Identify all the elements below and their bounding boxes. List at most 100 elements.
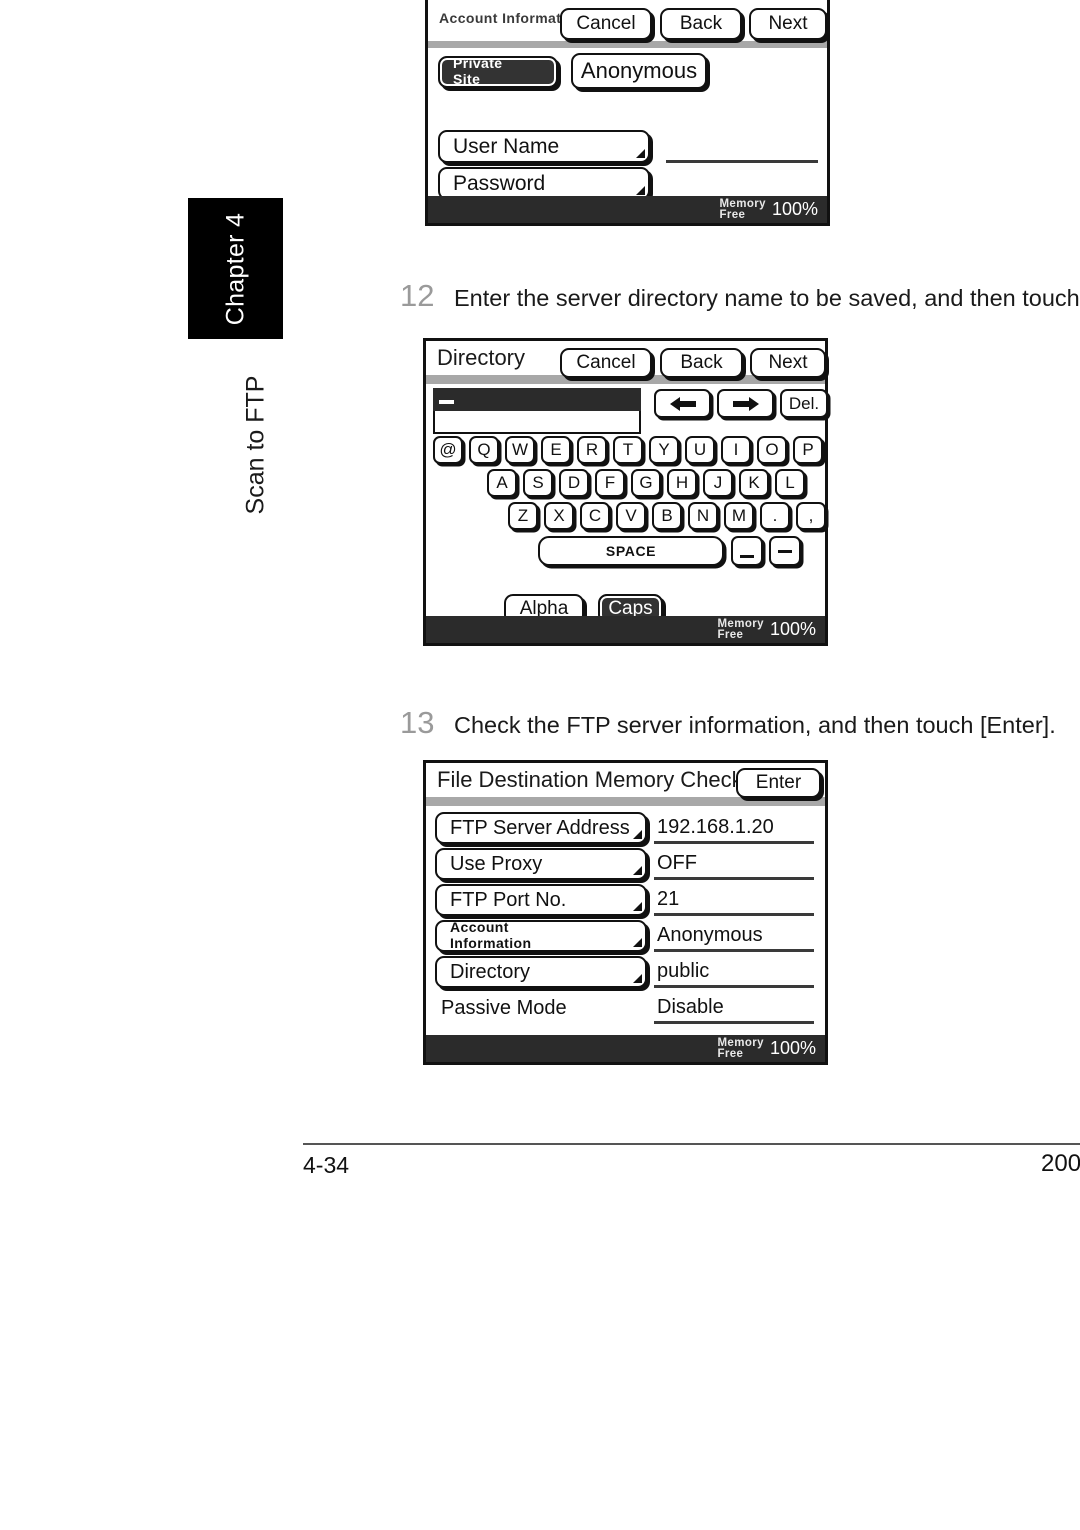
next-button[interactable]: Next	[749, 8, 827, 40]
key-c[interactable]: C	[580, 502, 610, 530]
directory-input-field[interactable]	[433, 411, 641, 434]
account-information-button[interactable]: Account Information	[435, 920, 647, 952]
step-12: 12 Enter the server directory name to be…	[400, 278, 1080, 314]
underscore-key[interactable]	[731, 536, 763, 566]
key-e[interactable]: E	[541, 436, 571, 464]
account-info-line2: Information	[450, 935, 532, 951]
account-info-line1: Account	[450, 919, 509, 936]
passive-mode-value: Disable	[654, 992, 814, 1024]
cancel-button[interactable]: Cancel	[560, 8, 652, 40]
memory-free-percent: 100%	[769, 1038, 816, 1058]
key-n[interactable]: N	[688, 502, 718, 530]
key-comma[interactable]: ,	[796, 502, 826, 530]
ftp-port-no-value: 21	[654, 884, 814, 916]
key-at[interactable]: @	[433, 436, 463, 464]
key-b[interactable]: B	[652, 502, 682, 530]
footer-right-text: 200	[1041, 1150, 1080, 1177]
memory-free-label: Memory Free	[717, 617, 764, 641]
chapter-tab: Chapter 4	[188, 198, 283, 339]
check-screen-title: File Destination Memory Check	[437, 767, 743, 792]
step-13-number: 13	[400, 705, 435, 740]
user-name-button[interactable]: User Name	[438, 130, 650, 163]
key-y[interactable]: Y	[649, 436, 679, 464]
anonymous-button[interactable]: Anonymous	[571, 53, 707, 89]
chapter-tab-label: Chapter 4	[221, 212, 249, 325]
key-r[interactable]: R	[577, 436, 607, 464]
key-p[interactable]: P	[793, 436, 823, 464]
account-information-screen: Account Information Cancel Back Next Pri…	[425, 0, 830, 226]
text-cursor-icon	[439, 400, 454, 404]
key-i[interactable]: I	[721, 436, 751, 464]
section-label-text: Scan to FTP	[241, 375, 270, 515]
key-s[interactable]: S	[523, 469, 553, 497]
directory-input-caret-area[interactable]	[433, 388, 641, 411]
private-site-line2: Site	[453, 71, 481, 87]
back-button[interactable]: Back	[660, 348, 743, 378]
key-h[interactable]: H	[667, 469, 697, 497]
space-key[interactable]: SPACE	[538, 536, 724, 566]
ftp-server-address-button[interactable]: FTP Server Address	[435, 812, 647, 844]
key-w[interactable]: W	[505, 436, 535, 464]
back-button[interactable]: Back	[660, 8, 742, 40]
key-a[interactable]: A	[487, 469, 517, 497]
key-k[interactable]: K	[739, 469, 769, 497]
step-12-text: Enter the server directory name to be sa…	[454, 285, 1080, 311]
key-q[interactable]: Q	[469, 436, 499, 464]
key-t[interactable]: T	[613, 436, 643, 464]
footer-divider	[303, 1143, 1080, 1145]
key-v[interactable]: V	[616, 502, 646, 530]
free-word: Free	[719, 208, 746, 221]
directory-body: Cancel Back Next Del. @ Q W E R T Y U I …	[426, 348, 828, 643]
step-12-number: 12	[400, 278, 435, 313]
key-u[interactable]: U	[685, 436, 715, 464]
arrow-right-icon[interactable]	[717, 389, 774, 418]
hyphen-key[interactable]	[769, 536, 801, 566]
key-z[interactable]: Z	[508, 502, 538, 530]
key-j[interactable]: J	[703, 469, 733, 497]
use-proxy-button[interactable]: Use Proxy	[435, 848, 647, 880]
file-destination-memory-check-screen: File Destination Memory Check Enter FTP …	[423, 760, 828, 1065]
memory-word: Memory	[717, 617, 764, 630]
use-proxy-value: OFF	[654, 848, 814, 880]
key-f[interactable]: F	[595, 469, 625, 497]
step-13: 13 Check the FTP server information, and…	[400, 705, 1056, 741]
account-information-value: Anonymous	[654, 920, 814, 952]
directory-screen-title: Directory	[437, 345, 526, 370]
account-status-bar: Memory Free 100%	[428, 196, 827, 223]
memory-free-label: Memory Free	[717, 1036, 764, 1060]
step-13-text: Check the FTP server information, and th…	[454, 712, 1056, 738]
check-status-bar: Memory Free 100%	[426, 1035, 825, 1062]
ftp-server-address-value: 192.168.1.20	[654, 812, 814, 844]
free-word: Free	[717, 1047, 744, 1060]
key-l[interactable]: L	[775, 469, 805, 497]
enter-button[interactable]: Enter	[736, 768, 821, 798]
check-title-separator	[426, 797, 825, 806]
key-x[interactable]: X	[544, 502, 574, 530]
key-o[interactable]: O	[757, 436, 787, 464]
private-site-button[interactable]: Private Site	[438, 56, 558, 88]
free-word: Free	[717, 628, 744, 641]
key-period[interactable]: .	[760, 502, 790, 530]
arrow-left-icon[interactable]	[654, 389, 711, 418]
key-m[interactable]: M	[724, 502, 754, 530]
memory-free-percent: 100%	[771, 199, 818, 219]
account-title-separator	[428, 41, 827, 48]
account-title-line1: Account	[439, 10, 498, 27]
key-g[interactable]: G	[631, 469, 661, 497]
memory-free-label: Memory Free	[719, 197, 766, 221]
check-body: Enter FTP Server Address 192.168.1.20 Us…	[426, 768, 825, 1062]
user-name-value	[666, 130, 818, 163]
directory-value: public	[654, 956, 814, 988]
memory-word: Memory	[719, 197, 766, 210]
cancel-button[interactable]: Cancel	[560, 348, 652, 378]
directory-button[interactable]: Directory	[435, 956, 647, 988]
directory-status-bar: Memory Free 100%	[426, 616, 825, 643]
section-label: Scan to FTP	[216, 360, 296, 530]
passive-mode-label: Passive Mode	[441, 996, 567, 1019]
delete-key[interactable]: Del.	[780, 389, 828, 418]
private-site-line1: Private	[453, 55, 503, 72]
next-button[interactable]: Next	[750, 348, 826, 378]
memory-word: Memory	[717, 1036, 764, 1049]
ftp-port-no-button[interactable]: FTP Port No.	[435, 884, 647, 916]
key-d[interactable]: D	[559, 469, 589, 497]
